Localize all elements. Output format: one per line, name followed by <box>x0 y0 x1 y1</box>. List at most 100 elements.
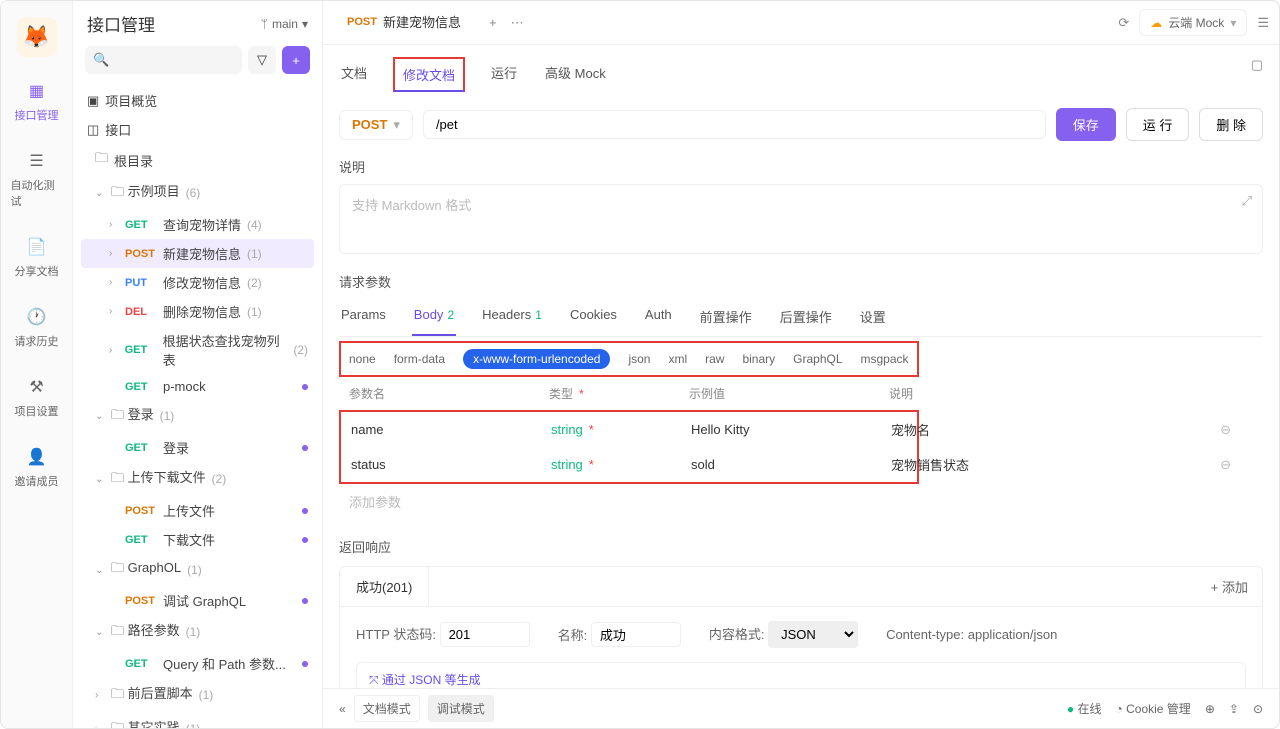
tree-folder[interactable]: ⌄ 🗀 路径参数 (1) <box>81 615 314 649</box>
tree-api-item[interactable]: POST 调试 GraphQL <box>81 586 314 615</box>
cookie-manager[interactable]: ◔ Cookie 管理 <box>1116 700 1191 717</box>
more-tabs-button[interactable]: ⋯ <box>511 15 524 31</box>
mock-selector[interactable]: ☁云端 Mock▾ <box>1139 9 1247 36</box>
settings-icon: ⚒ <box>25 375 49 399</box>
add-param[interactable]: 添加参数 <box>339 484 1263 519</box>
debug-mode-button[interactable]: 调试模式 <box>428 695 494 722</box>
param-tabs: Params Body2 Headers1 Cookies Auth 前置操作后置操作设置 <box>339 299 1263 337</box>
subtab-mock[interactable]: 高级 Mock <box>543 57 608 92</box>
footer: « 文档模式 调试模式 ● 在线 ◔ Cookie 管理 ⊕ ⇪ ⊙ <box>323 688 1279 728</box>
nav-history[interactable]: 🕐请求历史 <box>7 301 67 353</box>
add-button[interactable]: + <box>282 46 310 74</box>
invite-icon: 👤 <box>25 445 49 469</box>
nav-api[interactable]: ▦接口管理 <box>7 75 67 127</box>
tree-api-item[interactable]: GET p-mock <box>81 374 314 399</box>
tree-api-root[interactable]: ◫ 接口 <box>81 115 314 144</box>
tree-folder[interactable]: ⌄ 🗀 上传下载文件 (2) <box>81 462 314 496</box>
api-icon: ▦ <box>25 79 49 103</box>
tree-api-item[interactable]: GET 登录 <box>81 433 314 462</box>
params-header: 参数名 类型* 示例值 说明 <box>339 377 1263 410</box>
tree-api-item[interactable]: ›PUT 修改宠物信息 (2) <box>81 268 314 297</box>
left-nav: 🦊 ▦接口管理 ☰自动化测试 📄分享文档 🕐请求历史 ⚒项目设置 👤邀请成员 <box>1 1 73 728</box>
footer-icon-3[interactable]: ⊙ <box>1253 702 1263 716</box>
tree-api-item[interactable]: ›DEL 删除宠物信息 (1) <box>81 297 314 326</box>
params-label: 请求参数 <box>339 272 1263 291</box>
response-label: 返回响应 <box>339 537 1263 556</box>
nav-automation[interactable]: ☰自动化测试 <box>7 145 67 213</box>
tree-api-item[interactable]: ›GET 查询宠物详情 (4) <box>81 210 314 239</box>
format-select[interactable]: JSON <box>768 621 858 648</box>
subtab-run[interactable]: 运行 <box>489 57 519 92</box>
remove-param-button[interactable]: ⊖ <box>1191 457 1231 473</box>
share-icon: 📄 <box>25 235 49 259</box>
param-tab[interactable]: Auth <box>643 299 674 336</box>
body-type-option[interactable]: x-www-form-urlencoded <box>463 349 610 369</box>
desc-input[interactable]: 支持 Markdown 格式 ⤢ <box>339 184 1263 254</box>
body-type-option[interactable]: GraphQL <box>793 352 842 366</box>
search-input[interactable]: 🔍 <box>85 46 242 74</box>
tree-folder[interactable]: ⌄ 🗀 GraphOL (1) <box>81 554 314 586</box>
tree-api-item[interactable]: ›GET 根据状态查找宠物列表 (2) <box>81 326 314 374</box>
refresh-button[interactable]: ⟳ <box>1118 15 1129 31</box>
tree-api-item[interactable]: POST 上传文件 <box>81 496 314 525</box>
tree-folder[interactable]: ⌄ 🗀 示例项目 (6) <box>81 176 314 210</box>
tab-bar: POST 新建宠物信息 + ⋯ ⟳ ☁云端 Mock▾ ☰ <box>323 1 1279 45</box>
body-type-option[interactable]: raw <box>705 352 724 366</box>
save-button[interactable]: 保存 <box>1056 108 1116 141</box>
response-name-input[interactable] <box>591 622 681 647</box>
param-row[interactable]: namestring*Hello Kitty宠物名⊖ <box>341 412 1241 447</box>
nav-invite[interactable]: 👤邀请成员 <box>7 441 67 493</box>
body-type-option[interactable]: none <box>349 352 376 366</box>
body-type-option[interactable]: msgpack <box>861 352 909 366</box>
run-button[interactable]: 运 行 <box>1126 108 1190 141</box>
panel-toggle-icon[interactable]: ▢ <box>1251 57 1263 92</box>
response-tab[interactable]: 成功(201) <box>340 567 429 606</box>
body-type-option[interactable]: form-data <box>394 352 445 366</box>
param-tab[interactable]: 前置操作 <box>698 299 754 336</box>
param-tab[interactable]: 后置操作 <box>778 299 834 336</box>
subtab-doc[interactable]: 文档 <box>339 57 369 92</box>
param-tab[interactable]: Params <box>339 299 388 336</box>
tree-folder[interactable]: › 🗀 前后置脚本 (1) <box>81 678 314 712</box>
api-tree: ▣ 项目概览 ◫ 接口 🗀 根目录 ⌄ 🗀 示例项目 (6)›GET 查询宠物详… <box>73 82 322 728</box>
param-row[interactable]: statusstring*sold宠物销售状态⊖ <box>341 447 1241 482</box>
footer-icon-1[interactable]: ⊕ <box>1205 702 1215 716</box>
tree-api-item[interactable]: ›POST 新建宠物信息 (1) <box>81 239 314 268</box>
url-input[interactable] <box>423 110 1046 139</box>
menu-button[interactable]: ☰ <box>1257 15 1269 31</box>
tree-folder[interactable]: ⌄ 🗀 登录 (1) <box>81 399 314 433</box>
tree-api-item[interactable]: GET 下载文件 <box>81 525 314 554</box>
main-content: POST 新建宠物信息 + ⋯ ⟳ ☁云端 Mock▾ ☰ 文档 修改文档 运行… <box>323 1 1279 728</box>
body-type-option[interactable]: json <box>628 352 650 366</box>
remove-param-button[interactable]: ⊖ <box>1191 422 1231 438</box>
param-tab[interactable]: Body2 <box>412 299 456 336</box>
app-logo: 🦊 <box>17 17 57 57</box>
collapse-icon[interactable]: « <box>339 702 346 716</box>
add-response[interactable]: + 添加 <box>1197 577 1262 596</box>
filter-button[interactable]: ▽ <box>248 46 276 74</box>
nav-share[interactable]: 📄分享文档 <box>7 231 67 283</box>
tree-root-dir[interactable]: 🗀 根目录 <box>81 144 314 176</box>
history-icon: 🕐 <box>25 305 49 329</box>
desc-label: 说明 <box>339 157 1263 176</box>
tree-api-item[interactable]: GET Query 和 Path 参数... <box>81 649 314 678</box>
nav-settings[interactable]: ⚒项目设置 <box>7 371 67 423</box>
doc-mode-button[interactable]: 文档模式 <box>354 695 420 722</box>
tab-api[interactable]: POST 新建宠物信息 <box>333 1 475 44</box>
param-tab[interactable]: Cookies <box>568 299 619 336</box>
body-type-option[interactable]: binary <box>742 352 775 366</box>
status-code-input[interactable] <box>440 622 530 647</box>
param-tab[interactable]: Headers1 <box>480 299 544 336</box>
method-select[interactable]: POST▾ <box>339 110 413 140</box>
expand-icon[interactable]: ⤢ <box>1242 193 1252 209</box>
footer-icon-2[interactable]: ⇪ <box>1229 702 1239 716</box>
subtab-edit[interactable]: 修改文档 <box>393 57 465 92</box>
new-tab-button[interactable]: + <box>489 15 497 31</box>
tree-folder[interactable]: › 🗀 其它实践 (1) <box>81 712 314 728</box>
tree-overview[interactable]: ▣ 项目概览 <box>81 86 314 115</box>
param-tab[interactable]: 设置 <box>858 299 888 336</box>
sub-tabs: 文档 修改文档 运行 高级 Mock ▢ <box>339 45 1263 104</box>
branch-selector[interactable]: ᛘ main ▾ <box>261 17 308 31</box>
delete-button[interactable]: 删 除 <box>1199 108 1263 141</box>
body-type-option[interactable]: xml <box>668 352 687 366</box>
